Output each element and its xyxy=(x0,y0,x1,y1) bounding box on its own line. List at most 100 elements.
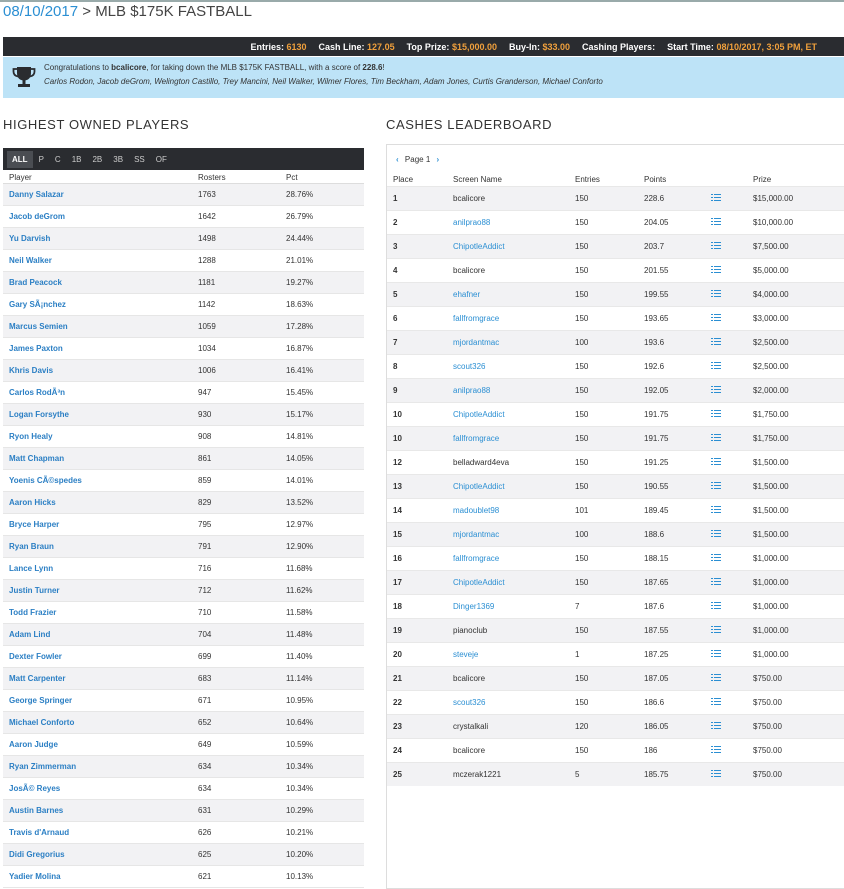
player-name-link[interactable]: Todd Frazier xyxy=(3,608,198,617)
player-name-link[interactable]: Yu Darvish xyxy=(3,234,198,243)
list-icon[interactable] xyxy=(711,289,721,298)
screen-name-link[interactable]: ChipotleAddict xyxy=(447,242,575,251)
player-name-link[interactable]: Brad Peacock xyxy=(3,278,198,287)
list-icon[interactable] xyxy=(711,601,721,610)
player-name-link[interactable]: Yoenis CÃ©spedes xyxy=(3,476,198,485)
list-icon[interactable] xyxy=(711,529,721,538)
list-icon[interactable] xyxy=(711,457,721,466)
tab-ss[interactable]: SS xyxy=(129,151,150,168)
column-header-screen-name[interactable]: Screen Name xyxy=(447,175,575,184)
column-header-rosters[interactable]: Rosters xyxy=(198,173,286,182)
screen-name-link[interactable]: anilprao88 xyxy=(447,218,575,227)
player-name-link[interactable]: Justin Turner xyxy=(3,586,198,595)
list-icon[interactable] xyxy=(711,505,721,514)
list-icon[interactable] xyxy=(711,481,721,490)
prize: $750.00 xyxy=(753,722,782,731)
list-icon[interactable] xyxy=(711,313,721,322)
list-icon[interactable] xyxy=(711,361,721,370)
player-name-link[interactable]: Khris Davis xyxy=(3,366,198,375)
screen-name-link[interactable]: scout326 xyxy=(447,362,575,371)
tab-c[interactable]: C xyxy=(50,151,66,168)
tab-2b[interactable]: 2B xyxy=(87,151,107,168)
screen-name-link[interactable]: scout326 xyxy=(447,698,575,707)
list-icon[interactable] xyxy=(711,673,721,682)
player-name-link[interactable]: Aaron Judge xyxy=(3,740,198,749)
tab-3b[interactable]: 3B xyxy=(108,151,128,168)
player-name-link[interactable]: Carlos RodÃ³n xyxy=(3,388,198,397)
tab-p[interactable]: P xyxy=(34,151,49,168)
column-header-prize[interactable]: Prize xyxy=(753,175,844,184)
contest-date-link[interactable]: 08/10/2017 xyxy=(3,3,78,20)
player-name-link[interactable]: Ryan Zimmerman xyxy=(3,762,198,771)
list-icon[interactable] xyxy=(711,697,721,706)
list-icon[interactable] xyxy=(711,745,721,754)
list-icon[interactable] xyxy=(711,721,721,730)
list-icon[interactable] xyxy=(711,625,721,634)
tab-of[interactable]: OF xyxy=(151,151,172,168)
list-icon[interactable] xyxy=(711,193,721,202)
player-name-link[interactable]: Ryan Braun xyxy=(3,542,198,551)
screen-name-link[interactable]: fallfromgrace xyxy=(447,314,575,323)
player-name-link[interactable]: Danny Salazar xyxy=(3,190,198,199)
player-name-link[interactable]: Marcus Semien xyxy=(3,322,198,331)
list-icon[interactable] xyxy=(711,265,721,274)
list-icon[interactable] xyxy=(711,337,721,346)
screen-name-link[interactable]: Dinger1369 xyxy=(447,602,575,611)
list-icon[interactable] xyxy=(711,553,721,562)
tab-all[interactable]: ALL xyxy=(7,150,33,168)
player-name-link[interactable]: Dexter Fowler xyxy=(3,652,198,661)
table-row: Yoenis CÃ©spedes 859 14.01% xyxy=(3,470,364,492)
column-header-points[interactable]: Points xyxy=(644,175,711,184)
lineup-cell xyxy=(711,649,753,660)
player-name-link[interactable]: Neil Walker xyxy=(3,256,198,265)
list-icon[interactable] xyxy=(711,769,721,778)
player-name-link[interactable]: Bryce Harper xyxy=(3,520,198,529)
list-icon[interactable] xyxy=(711,433,721,442)
list-icon[interactable] xyxy=(711,649,721,658)
screen-name-link[interactable]: mjordantmac xyxy=(447,338,575,347)
player-name-link[interactable]: Lance Lynn xyxy=(3,564,198,573)
screen-name-link[interactable]: ChipotleAddict xyxy=(447,410,575,419)
screen-name-link[interactable]: ChipotleAddict xyxy=(447,578,575,587)
next-page-button[interactable]: › xyxy=(437,155,440,164)
rosters-count: 1059 xyxy=(198,322,216,331)
screen-name-link[interactable]: madoublet98 xyxy=(447,506,575,515)
player-name-link[interactable]: Didi Gregorius xyxy=(3,850,198,859)
player-name-link[interactable]: Austin Barnes xyxy=(3,806,198,815)
list-icon[interactable] xyxy=(711,241,721,250)
screen-name-link[interactable]: fallfromgrace xyxy=(447,434,575,443)
prev-page-button[interactable]: ‹ xyxy=(396,155,399,164)
list-icon[interactable] xyxy=(711,217,721,226)
table-row: 1 bcalicore 150 228.6 $15,000.00 xyxy=(387,186,844,210)
column-header-pct[interactable]: Pct xyxy=(286,173,364,182)
player-name-link[interactable]: Matt Chapman xyxy=(3,454,198,463)
rosters-count: 652 xyxy=(198,718,212,727)
player-name-link[interactable]: Michael Conforto xyxy=(3,718,198,727)
winning-score: 228.6 xyxy=(362,63,383,72)
player-name-link[interactable]: Ryon Healy xyxy=(3,432,198,441)
player-name-link[interactable]: Jacob deGrom xyxy=(3,212,198,221)
screen-name-link[interactable]: fallfromgrace xyxy=(447,554,575,563)
screen-name-link[interactable]: anilprao88 xyxy=(447,386,575,395)
list-icon[interactable] xyxy=(711,409,721,418)
player-name-link[interactable]: Travis d'Arnaud xyxy=(3,828,198,837)
player-name-link[interactable]: George Springer xyxy=(3,696,198,705)
column-header-player[interactable]: Player xyxy=(3,173,198,182)
player-name-link[interactable]: Gary SÃ¡nchez xyxy=(3,300,198,309)
screen-name-link[interactable]: ehafner xyxy=(447,290,575,299)
column-header-place[interactable]: Place xyxy=(387,175,447,184)
player-name-link[interactable]: Aaron Hicks xyxy=(3,498,198,507)
player-name-link[interactable]: JosÃ© Reyes xyxy=(3,784,198,793)
list-icon[interactable] xyxy=(711,577,721,586)
tab-1b[interactable]: 1B xyxy=(67,151,87,168)
player-name-link[interactable]: Logan Forsythe xyxy=(3,410,198,419)
screen-name-link[interactable]: ChipotleAddict xyxy=(447,482,575,491)
player-name-link[interactable]: Matt Carpenter xyxy=(3,674,198,683)
list-icon[interactable] xyxy=(711,385,721,394)
screen-name-link[interactable]: steveje xyxy=(447,650,575,659)
screen-name-link[interactable]: mjordantmac xyxy=(447,530,575,539)
column-header-entries[interactable]: Entries xyxy=(575,175,644,184)
player-name-link[interactable]: Yadier Molina xyxy=(3,872,198,881)
player-name-link[interactable]: James Paxton xyxy=(3,344,198,353)
player-name-link[interactable]: Adam Lind xyxy=(3,630,198,639)
